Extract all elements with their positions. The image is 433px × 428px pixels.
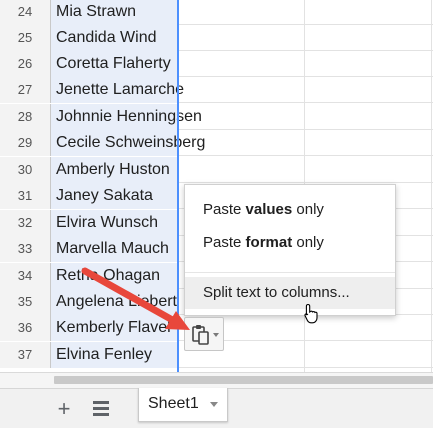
chevron-down-icon[interactable] xyxy=(210,402,218,407)
menu-divider xyxy=(185,272,395,273)
row-number[interactable]: 32 xyxy=(0,210,51,236)
row-number[interactable]: 36 xyxy=(0,315,51,341)
scrollbar-thumb[interactable] xyxy=(54,376,433,384)
name-cell[interactable]: Jenette Lamarche xyxy=(51,77,184,103)
row-number[interactable]: 33 xyxy=(0,236,51,262)
name-cell[interactable]: Johnnie Henningsen xyxy=(51,104,202,130)
paste-format-only-item[interactable]: Paste format only xyxy=(185,227,395,259)
table-row[interactable]: 27 Jenette Lamarche xyxy=(0,77,433,103)
clipboard-icon xyxy=(192,325,209,345)
all-sheets-list-icon[interactable] xyxy=(91,398,111,418)
row-number[interactable]: 37 xyxy=(0,342,51,368)
name-cell[interactable]: Elvina Fenley xyxy=(51,342,178,368)
chevron-down-icon xyxy=(213,333,219,337)
spreadsheet-window: 24 Mia Strawn 25 Candida Wind 26 Coretta… xyxy=(0,0,433,428)
split-text-to-columns-item[interactable]: Split text to columns... xyxy=(185,277,395,309)
menu-item-label: Split text to columns... xyxy=(203,284,350,301)
tab-sheet1[interactable]: Sheet1 xyxy=(138,388,228,422)
row-number[interactable]: 31 xyxy=(0,183,51,209)
paste-options-menu: Paste values only Paste format only Spli… xyxy=(184,184,396,316)
row-number[interactable]: 28 xyxy=(0,104,51,130)
name-cell[interactable]: Marvella Mauch xyxy=(51,236,178,262)
table-row[interactable]: 26 Coretta Flaherty xyxy=(0,51,433,77)
table-row[interactable]: 28 Johnnie Henningsen xyxy=(0,104,433,130)
name-cell[interactable]: Kemberly Flavel xyxy=(51,315,178,341)
menu-item-emphasis: values xyxy=(245,201,293,218)
row-number[interactable]: 25 xyxy=(0,25,51,51)
name-cell[interactable]: Coretta Flaherty xyxy=(51,51,178,77)
row-number[interactable]: 34 xyxy=(0,263,51,289)
row-number[interactable]: 26 xyxy=(0,51,51,77)
plus-icon[interactable]: + xyxy=(52,397,76,421)
horizontal-scrollbar[interactable] xyxy=(0,372,433,388)
paste-values-only-item[interactable]: Paste values only xyxy=(185,194,395,226)
row-number[interactable]: 30 xyxy=(0,157,51,183)
sheet-tab-bar: + Sheet1 xyxy=(0,388,433,428)
menu-item-label: Paste xyxy=(203,234,246,251)
table-row[interactable]: 30 Amberly Huston xyxy=(0,157,433,183)
name-cell[interactable]: Janey Sakata xyxy=(51,183,178,209)
name-cell[interactable]: Amberly Huston xyxy=(51,157,178,183)
row-number[interactable]: 24 xyxy=(0,0,51,25)
table-row[interactable]: 24 Mia Strawn xyxy=(0,0,433,25)
paste-options-button[interactable] xyxy=(184,317,224,351)
selection-border xyxy=(177,0,179,372)
name-cell[interactable]: Elvira Wunsch xyxy=(51,210,178,236)
menu-item-label: only xyxy=(292,234,324,251)
table-row[interactable]: 25 Candida Wind xyxy=(0,25,433,51)
sheet-tab-label: Sheet1 xyxy=(148,395,199,412)
menu-item-emphasis: format xyxy=(245,234,293,251)
name-cell[interactable]: Angelena Liebert xyxy=(51,289,178,315)
menu-item-label: Paste xyxy=(203,201,246,218)
menu-item-label: only xyxy=(292,201,324,218)
row-number[interactable]: 35 xyxy=(0,289,51,315)
table-row[interactable]: 29 Cecile Schweinsberg xyxy=(0,130,433,156)
row-number[interactable]: 27 xyxy=(0,77,51,103)
name-cell[interactable]: Cecile Schweinsberg xyxy=(51,130,205,156)
name-cell[interactable]: Candida Wind xyxy=(51,25,178,51)
row-number[interactable]: 29 xyxy=(0,130,51,156)
name-cell[interactable]: Retha Ohagan xyxy=(51,263,178,289)
name-cell[interactable]: Mia Strawn xyxy=(51,0,178,25)
